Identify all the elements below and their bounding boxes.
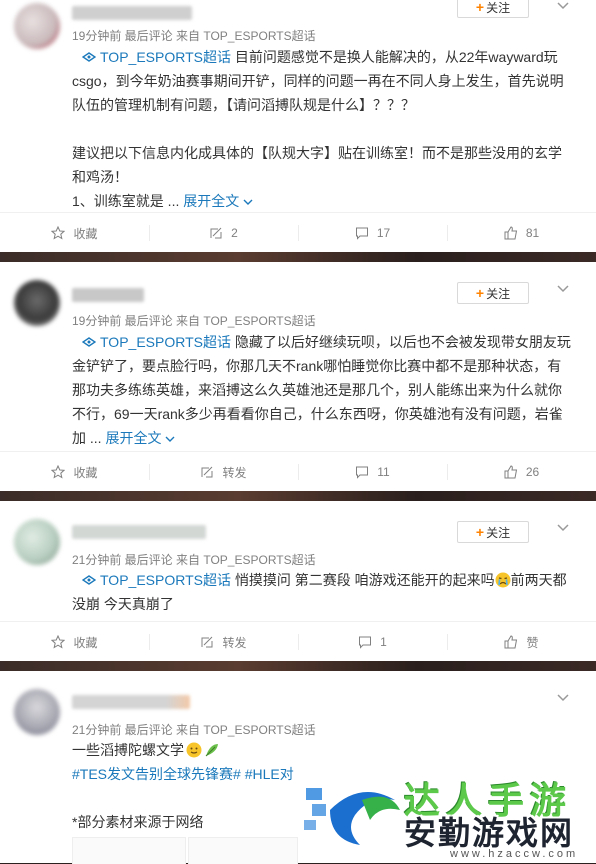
chevron-down-icon[interactable] (557, 522, 569, 534)
supertopic-icon (82, 337, 96, 348)
repost-icon (201, 636, 213, 648)
chevron-down-icon (165, 436, 175, 442)
star-icon (51, 465, 66, 479)
comment-button[interactable]: 17 (298, 213, 447, 253)
plus-icon: + (475, 524, 485, 540)
username-blurred[interactable] (72, 525, 206, 539)
follow-button[interactable]: + 关注 (457, 521, 529, 543)
username-blurred[interactable] (72, 695, 190, 709)
thumbs-up-icon (504, 465, 517, 479)
post-text: TOP_ESPORTS超话 悄摸摸问 第二赛段 咱游戏还能开的起来吗 前两天都没崩… (72, 572, 567, 612)
thumbs-up-icon (504, 635, 518, 649)
plus-icon: + (475, 285, 485, 301)
leaf-emoji-icon (205, 744, 218, 757)
background-band (0, 252, 596, 262)
action-bar: 收藏 2 17 81 (0, 212, 596, 253)
repost-button[interactable]: 转发 (149, 622, 298, 662)
supertopic-icon (82, 52, 96, 63)
comment-button[interactable]: 11 (298, 452, 447, 492)
post-card: 21分钟前 最后评论 来自 TOP_ESPORTS超话 + 关注 TOP_ESPO… (0, 501, 596, 661)
post-text: TOP_ESPORTS超话 目前问题感觉不是换人能解决的，从22年wayward… (72, 49, 564, 209)
post-text: TOP_ESPORTS超话 隐藏了以后好继续玩呗，以后也不会被发现带女朋友玩金铲… (72, 334, 571, 446)
expand-link[interactable]: 展开全文 (105, 430, 175, 446)
follow-button[interactable]: + 关注 (457, 0, 529, 18)
post-card: 19分钟前 最后评论 来自 TOP_ESPORTS超话 + 关注 TOP_ESPO… (0, 262, 596, 491)
background-band (0, 491, 596, 501)
smile-emoji-icon (186, 742, 202, 758)
post-meta: 21分钟前 最后评论 来自 TOP_ESPORTS超话 (72, 723, 316, 737)
avatar[interactable] (14, 689, 60, 735)
topic-link[interactable]: TOP_ESPORTS超话 (100, 572, 231, 588)
username-blurred[interactable] (72, 288, 144, 302)
post-meta: 21分钟前 最后评论 来自 TOP_ESPORTS超话 (72, 553, 316, 567)
expand-link[interactable]: 展开全文 (183, 193, 253, 209)
watermark-url: www.hzaccw.com (450, 848, 579, 860)
follow-button[interactable]: + 关注 (457, 282, 529, 304)
like-button[interactable]: 81 (447, 213, 596, 253)
chevron-down-icon[interactable] (557, 692, 569, 704)
comment-button[interactable]: 1 (298, 622, 447, 662)
plus-icon: + (475, 0, 485, 15)
like-button[interactable]: 赞 (447, 622, 596, 662)
topic-link[interactable]: TOP_ESPORTS超话 (100, 334, 231, 350)
chevron-down-icon[interactable] (557, 283, 569, 295)
star-icon (51, 226, 66, 240)
topic-link[interactable]: TOP_ESPORTS超话 (100, 49, 231, 65)
repost-icon (201, 466, 213, 478)
background-band (0, 661, 596, 671)
repost-button[interactable]: 2 (149, 213, 298, 253)
avatar[interactable] (14, 280, 60, 326)
favorite-button[interactable]: 收藏 (0, 452, 149, 492)
repost-button[interactable]: 转发 (149, 452, 298, 492)
comment-icon (356, 466, 369, 479)
chevron-down-icon[interactable] (557, 0, 569, 12)
comment-icon (355, 227, 368, 240)
avatar[interactable] (14, 519, 60, 565)
thumbs-up-icon (504, 226, 517, 240)
favorite-button[interactable]: 收藏 (0, 213, 149, 253)
action-bar: 收藏 转发 11 26 (0, 451, 596, 492)
comment-icon (359, 636, 372, 649)
image-thumbnail[interactable] (188, 837, 298, 864)
post-meta: 19分钟前 最后评论 来自 TOP_ESPORTS超话 (72, 314, 316, 328)
site-watermark: 达人手游 安勤游戏网 www.hzaccw.com (300, 770, 596, 863)
star-icon (51, 635, 66, 649)
username-blurred[interactable] (72, 6, 192, 20)
post-card: 19分钟前 最后评论 来自 TOP_ESPORTS超话 + 关注 TOP_ESPO… (0, 0, 596, 252)
avatar[interactable] (14, 3, 60, 49)
action-bar: 收藏 转发 1 赞 (0, 621, 596, 662)
chevron-down-icon (243, 199, 253, 205)
image-thumbnail[interactable] (72, 837, 186, 864)
like-button[interactable]: 26 (447, 452, 596, 492)
repost-icon (210, 227, 222, 239)
favorite-button[interactable]: 收藏 (0, 622, 149, 662)
post-meta: 19分钟前 最后评论 来自 TOP_ESPORTS超话 (72, 29, 316, 43)
crying-emoji-icon (495, 572, 511, 588)
supertopic-icon (82, 575, 96, 586)
